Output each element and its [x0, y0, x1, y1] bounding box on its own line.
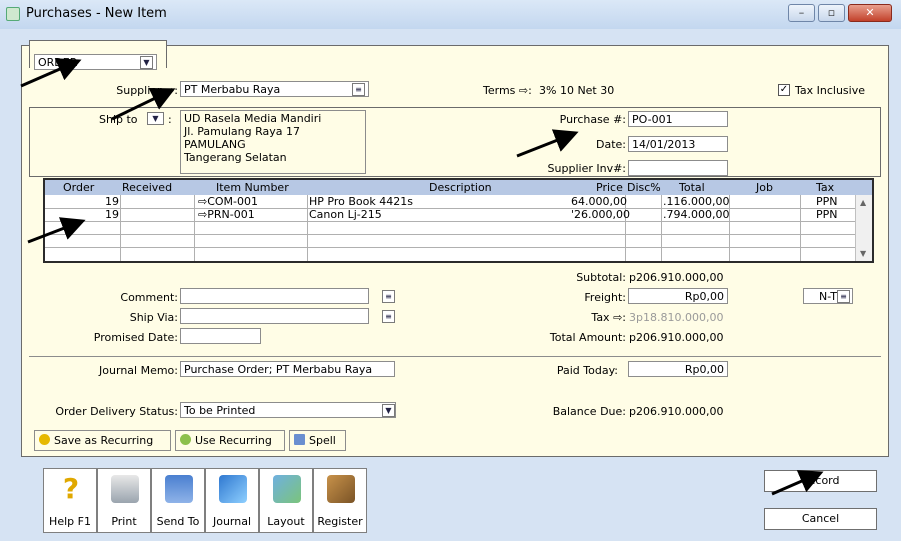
arrow-record	[771, 470, 824, 496]
arrow-order-qty	[27, 217, 86, 244]
arrow-purchase-no	[516, 129, 579, 158]
arrow-order-type	[20, 58, 82, 88]
annotation-arrows	[20, 58, 824, 496]
arrow-supplier	[111, 88, 176, 121]
